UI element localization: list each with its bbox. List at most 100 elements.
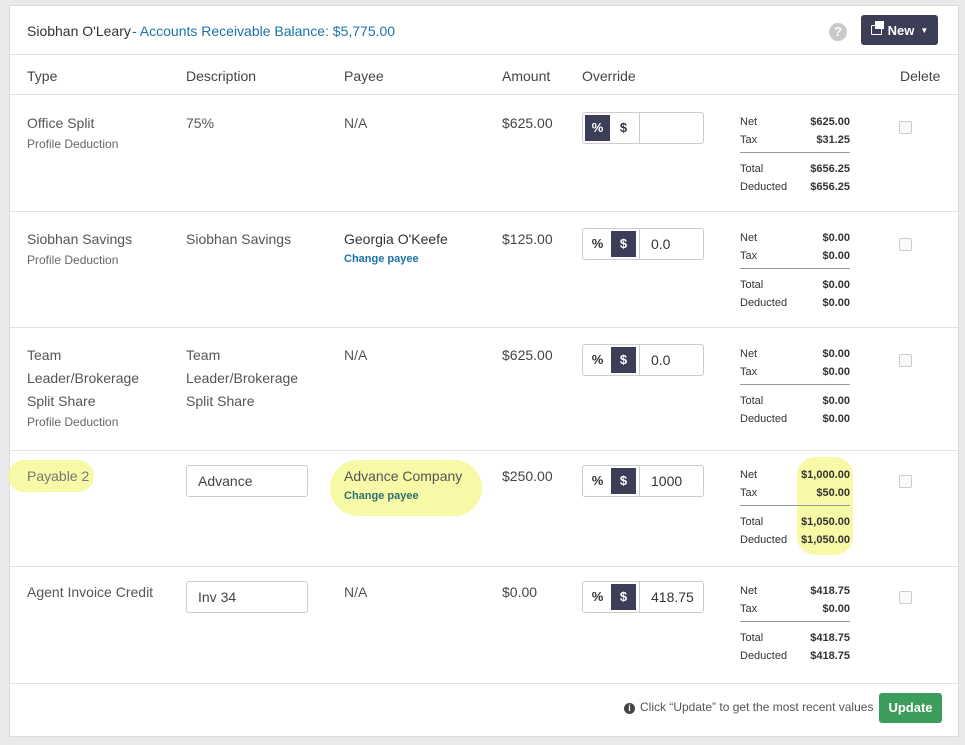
total-value: $0.00 [822,279,850,291]
override-dollar-button[interactable]: $ [611,115,636,141]
summary-divider [740,384,850,385]
override-dollar-button[interactable]: $ [611,584,636,610]
override-input[interactable]: 0.0 [639,229,703,259]
override-percent-button[interactable]: % [585,468,610,494]
row-payee: N/A [344,347,368,363]
agent-name: Siobhan O'Leary [27,23,131,39]
tax-value: $0.00 [822,250,850,262]
panel-header: Siobhan O'Leary - Accounts Receivable Ba… [10,6,958,55]
override-dollar-button[interactable]: $ [611,231,636,257]
override-input[interactable]: 0.0 [639,345,703,375]
deducted-label: Deducted [740,534,788,546]
net-value: $0.00 [822,232,850,244]
row-type: Agent Invoice Credit [27,584,154,600]
payee-name: Georgia O'Keefe [344,231,448,247]
row-summary: Net $1,000.00 Tax $50.00 Total $1,050.00 De… [740,466,850,549]
caret-down-icon: ▼ [920,25,929,35]
override-dollar-button[interactable]: $ [611,347,636,373]
description-line: Leader/Brokerage [186,370,299,386]
type-sub-label: Profile Deduction [27,253,119,267]
deducted-value: $0.00 [822,297,850,309]
type-label-line: Team [27,347,62,363]
col-delete: Delete [900,68,941,84]
summary-divider [740,621,850,622]
row-summary: Net $0.00 Tax $0.00 Total $0.00 Deducted $0.… [740,229,850,312]
override-control: % $ 1000 [582,465,704,497]
row-amount: $125.00 [502,231,553,247]
net-label: Net [740,116,758,128]
row-description: Siobhan Savings [186,231,292,247]
deducted-value: $0.00 [822,413,850,425]
tax-value: $31.25 [816,134,850,146]
tax-label: Tax [740,366,758,378]
row-payee: Georgia O'Keefe Change payee [344,228,448,267]
row-payee: N/A [344,584,368,600]
new-button[interactable]: New ▼ [861,15,938,45]
row-summary: Net $0.00 Tax $0.00 Total $0.00 Deducted $0.… [740,345,850,428]
row-description: 75% [186,115,215,131]
deducted-label: Deducted [740,650,788,662]
tax-value: $0.00 [822,603,850,615]
tax-label: Tax [740,487,758,499]
override-control: % $ 0.0 [582,228,704,260]
delete-checkbox[interactable] [899,591,912,604]
table-row: Siobhan Savings Profile Deduction Siobha… [10,212,958,328]
delete-checkbox[interactable] [899,354,912,367]
override-percent-button[interactable]: % [585,347,610,373]
override-percent-button[interactable]: % [585,231,610,257]
row-type: Office Split Profile Deduction [27,112,118,153]
net-label: Net [740,585,758,597]
question-circle-icon[interactable]: ? [829,23,847,41]
row-type: Team Leader/Brokerage Split Share Profil… [27,344,139,431]
row-summary: Net $418.75 Tax $0.00 Total $418.75 Deducte… [740,582,850,665]
change-payee-link[interactable]: Change payee [344,251,448,267]
deductions-panel: Siobhan O'Leary - Accounts Receivable Ba… [8,5,959,737]
total-label: Total [740,632,764,644]
tax-label: Tax [740,134,758,146]
copy-icon [870,21,884,35]
net-label: Net [740,348,758,360]
net-value: $418.75 [810,585,850,597]
override-control: % $ 418.75 [582,581,704,613]
payee-name: Advance Company [344,468,463,484]
update-button[interactable]: Update [879,693,942,723]
row-type: Siobhan Savings Profile Deduction [27,228,132,269]
total-value: $1,050.00 [801,516,850,528]
table-row: Agent Invoice Credit Inv 34 N/A $0.00 % … [10,567,958,684]
tax-value: $50.00 [816,487,850,499]
col-type: Type [27,68,58,84]
type-sub-label: Profile Deduction [27,415,119,429]
description-input[interactable]: Inv 34 [186,581,308,613]
override-percent-button[interactable]: % [585,115,610,141]
tax-label: Tax [740,250,758,262]
row-summary: Net $625.00 Tax $31.25 Total $656.25 Deduct… [740,113,850,196]
override-input[interactable]: 1000 [639,466,703,496]
col-payee: Payee [344,68,384,84]
summary-divider [740,152,850,153]
row-amount: $625.00 [502,347,553,363]
delete-checkbox[interactable] [899,121,912,134]
description-input[interactable]: Advance [186,465,308,497]
row-amount: $0.00 [502,584,538,600]
override-input[interactable] [639,113,703,143]
deducted-label: Deducted [740,297,788,309]
deducted-value: $656.25 [810,181,850,193]
net-label: Net [740,469,758,481]
net-label: Net [740,232,758,244]
table-row: Payable 2 Advance Advance Company Change… [8,451,958,567]
net-value: $1,000.00 [801,469,850,481]
delete-checkbox[interactable] [899,475,912,488]
total-label: Total [740,516,764,528]
row-amount: $625.00 [502,115,553,131]
col-override: Override [582,68,636,84]
change-payee-link[interactable]: Change payee [344,488,462,504]
override-input[interactable]: 418.75 [639,582,703,612]
new-button-label: New [887,22,915,38]
total-label: Total [740,279,764,291]
type-label: Siobhan Savings [27,231,133,247]
override-percent-button[interactable]: % [585,584,610,610]
delete-checkbox[interactable] [899,238,912,251]
row-description: Team Leader/Brokerage Split Share [186,344,298,413]
override-dollar-button[interactable]: $ [611,468,636,494]
info-circle-icon: i [624,703,635,714]
